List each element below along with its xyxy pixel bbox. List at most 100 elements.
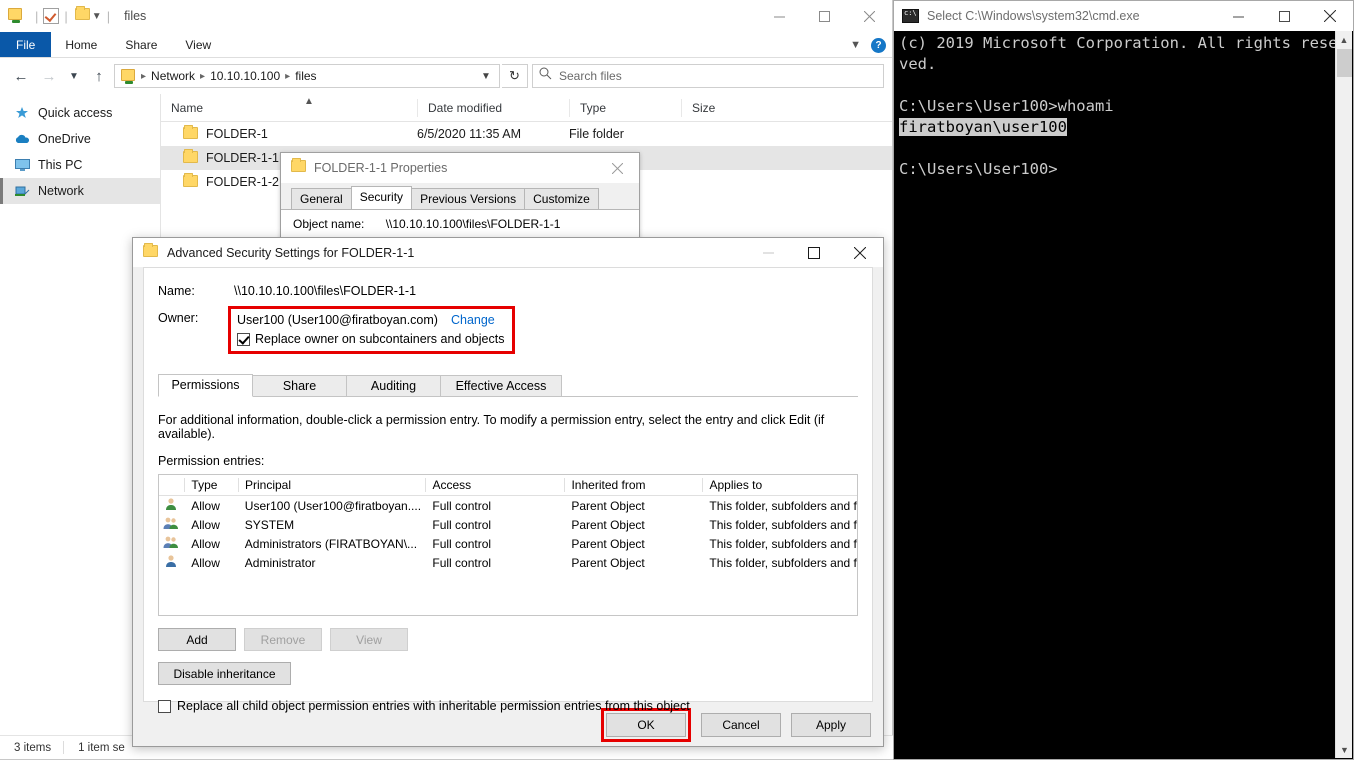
grid-column-inherited-from[interactable]: Inherited from [565, 478, 704, 492]
tab-previous-versions[interactable]: Previous Versions [411, 188, 526, 209]
search-box[interactable]: Search files [532, 64, 884, 88]
minimize-icon[interactable] [1215, 1, 1261, 31]
address-bar-right: ▼ [475, 65, 497, 87]
tab-permissions[interactable]: Permissions [158, 374, 253, 397]
view-button[interactable]: View [330, 628, 408, 651]
table-row[interactable]: FOLDER-1 6/5/2020 11:35 AM File folder [161, 122, 892, 146]
breadcrumb-files[interactable]: files [291, 69, 320, 83]
cmd-icon [902, 9, 919, 23]
cancel-button[interactable]: Cancel [701, 713, 781, 737]
grid-column-type[interactable]: Type [185, 478, 239, 492]
permission-entries-grid[interactable]: Type Principal Access Inherited from App… [158, 474, 858, 616]
chevron-down-icon[interactable]: ▼ [850, 39, 861, 51]
chevron-down-icon[interactable]: ▼ [475, 65, 497, 87]
maximize-icon[interactable] [791, 238, 837, 267]
maximize-icon[interactable] [1261, 1, 1307, 31]
tab-effective-access[interactable]: Effective Access [440, 375, 562, 396]
grid-column-access[interactable]: Access [426, 478, 566, 492]
close-icon[interactable] [837, 238, 883, 267]
entry-applies-to: This folder, subfolders and files [709, 498, 857, 513]
tab-general[interactable]: General [291, 188, 352, 209]
folder-icon [183, 172, 198, 190]
sidebar-item-label: Quick access [38, 106, 113, 120]
replace-all-row[interactable]: Replace all child object permission entr… [158, 699, 858, 713]
sidebar-item-this-pc[interactable]: This PC [0, 152, 160, 178]
advanced-tabs: Permissions Share Auditing Effective Acc… [158, 374, 858, 397]
tab-view[interactable]: View [171, 32, 225, 57]
properties-icon[interactable] [43, 8, 60, 24]
remove-button[interactable]: Remove [244, 628, 322, 651]
grid-column-principal[interactable]: Principal [239, 478, 427, 492]
new-folder-icon[interactable] [74, 6, 90, 25]
grid-header-row: Type Principal Access Inherited from App… [159, 475, 857, 496]
tab-security[interactable]: Security [350, 186, 413, 209]
column-name[interactable]: Name [161, 99, 417, 117]
entry-principal: SYSTEM [244, 517, 295, 532]
status-items-count: 3 items [14, 741, 52, 754]
advanced-security-settings-dialog: Advanced Security Settings for FOLDER-1-… [132, 237, 884, 747]
tab-share[interactable]: Share [252, 375, 347, 396]
tab-file[interactable]: File [0, 32, 52, 57]
replace-all-checkbox[interactable] [158, 699, 171, 713]
column-size[interactable]: Size [681, 98, 761, 117]
folder-icon [183, 148, 198, 166]
sidebar-item-onedrive[interactable]: OneDrive [0, 126, 160, 152]
grid-column-icon[interactable] [159, 478, 186, 492]
apply-button[interactable]: Apply [791, 713, 871, 737]
chevron-down-icon[interactable]: ▼ [1336, 741, 1353, 758]
cmd-scrollbar[interactable]: ▲ ▼ [1335, 31, 1352, 758]
add-button[interactable]: Add [158, 628, 236, 651]
refresh-icon[interactable]: ↻ [502, 64, 528, 88]
entry-access: Full control [432, 536, 492, 551]
recent-locations-icon[interactable]: ▼ [64, 63, 84, 89]
close-icon[interactable] [1307, 1, 1353, 31]
scrollbar-bottom: ▼ [1336, 741, 1353, 758]
tab-share[interactable]: Share [111, 32, 171, 57]
minimize-icon[interactable] [757, 0, 802, 32]
replace-owner-checkbox[interactable] [237, 332, 250, 346]
maximize-icon[interactable] [802, 0, 847, 32]
breadcrumb-network[interactable]: Network [147, 69, 199, 83]
forward-arrow-icon[interactable]: → [36, 63, 62, 89]
tab-auditing[interactable]: Auditing [346, 375, 441, 396]
entry-access: Full control [432, 498, 492, 513]
breadcrumb-separator: ▸ [200, 70, 206, 82]
column-headers: Name Date modified Type Size ▲ [161, 94, 892, 122]
change-owner-link[interactable]: Change [451, 313, 495, 327]
close-icon[interactable] [847, 0, 892, 32]
close-icon[interactable] [595, 153, 639, 183]
back-arrow-icon[interactable]: ← [8, 63, 34, 89]
up-arrow-icon[interactable]: ↑ [86, 63, 112, 89]
scrollbar-thumb[interactable] [1337, 49, 1352, 77]
address-bar[interactable]: ▸ Network ▸ 10.10.10.100 ▸ files ▼ [114, 64, 500, 88]
help-icon[interactable]: ? [871, 37, 886, 53]
network-drive-icon[interactable] [8, 7, 26, 25]
permission-entry-row[interactable]: Allow Administrator Full control Parent … [159, 553, 857, 572]
permission-entry-row[interactable]: Allow Administrators (FIRATBOYAN\... Ful… [159, 534, 857, 553]
sidebar-item-quick-access[interactable]: Quick access [0, 100, 160, 126]
sidebar-item-network[interactable]: Network [0, 178, 160, 204]
tab-home[interactable]: Home [51, 32, 111, 57]
permission-entry-row[interactable]: Allow User100 (User100@firatboyan.... Fu… [159, 496, 857, 515]
entry-inherited-from: Parent Object [571, 498, 645, 513]
chevron-up-icon[interactable]: ▲ [1336, 31, 1352, 48]
minimize-icon[interactable] [745, 238, 791, 267]
disable-inheritance-button[interactable]: Disable inheritance [158, 662, 291, 685]
cmd-line-2: ved. [899, 55, 937, 73]
column-type[interactable]: Type [569, 98, 681, 117]
folder-icon [183, 124, 198, 142]
permission-entry-row[interactable]: Allow SYSTEM Full control Parent Object … [159, 515, 857, 534]
grid-column-applies-to[interactable]: Applies to [703, 478, 857, 492]
tab-customize[interactable]: Customize [524, 188, 599, 209]
chevron-down-icon[interactable]: ▼ [92, 11, 102, 22]
replace-owner-row[interactable]: Replace owner on subcontainers and objec… [237, 332, 504, 346]
cmd-console-output[interactable]: (c) 2019 Microsoft Corporation. All righ… [895, 31, 1335, 758]
sidebar-item-label: Network [38, 184, 84, 198]
ok-button[interactable]: OK [606, 713, 686, 737]
breadcrumb-host[interactable]: 10.10.10.100 [206, 69, 284, 83]
search-input[interactable]: Search files [559, 69, 622, 83]
owner-value-line: User100 (User100@firatboyan.com) Change [237, 313, 504, 327]
entry-type: Allow [191, 517, 220, 532]
advanced-title-bar: Advanced Security Settings for FOLDER-1-… [133, 238, 883, 267]
column-date-modified[interactable]: Date modified [417, 98, 569, 117]
